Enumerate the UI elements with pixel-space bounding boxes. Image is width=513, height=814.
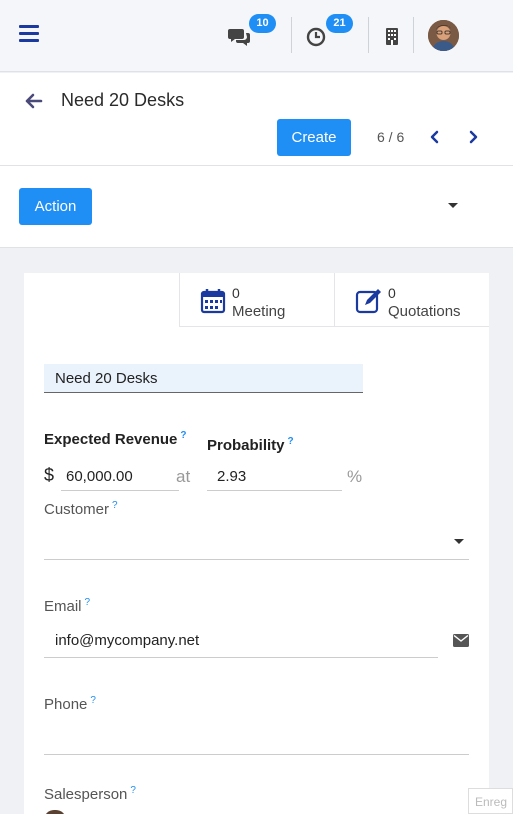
building-icon[interactable]	[381, 24, 405, 48]
action-button[interactable]: Action	[19, 188, 92, 225]
navbar-divider	[413, 17, 414, 53]
salesperson-label: Salesperson?	[44, 785, 136, 803]
pager-value: 6 / 6	[377, 129, 405, 145]
phone-label: Phone?	[44, 695, 96, 713]
percent-symbol: %	[347, 467, 363, 486]
customer-input[interactable]	[44, 529, 469, 560]
at-label: at	[176, 467, 191, 486]
divider	[0, 247, 513, 248]
expected-revenue-label: Expected Revenue?	[44, 430, 187, 448]
salesperson-avatar	[44, 810, 66, 814]
envelope-icon[interactable]	[453, 634, 469, 652]
record-title: Need 20 Desks	[61, 90, 185, 110]
quotations-count: 0	[388, 285, 396, 301]
clock-icon[interactable]	[305, 24, 329, 48]
edit-icon	[355, 287, 383, 320]
form-sheet: 0 Meeting 0 Quotations Need 20 Desks Exp…	[24, 273, 489, 814]
quotations-stat-button[interactable]: 0 Quotations	[334, 273, 489, 327]
opportunity-name-input[interactable]: Need 20 Desks	[44, 364, 363, 393]
quotations-label: Quotations	[388, 303, 461, 320]
probability-input[interactable]: 2.93	[207, 462, 342, 491]
top-navbar: 10 21	[0, 0, 513, 72]
meeting-label: Meeting	[232, 303, 286, 320]
expected-revenue-input[interactable]: 60,000.00	[61, 462, 179, 491]
meeting-stat-button[interactable]: 0 Meeting	[179, 273, 335, 327]
divider	[0, 165, 513, 166]
create-button[interactable]: Create	[277, 119, 351, 156]
control-panel: Need 20 Desks Create 6 / 6 Action	[0, 73, 513, 248]
chevron-right-icon[interactable]	[467, 130, 479, 144]
user-avatar[interactable]	[428, 20, 459, 51]
phone-input[interactable]	[44, 724, 469, 755]
customer-label: Customer?	[44, 500, 118, 518]
email-label: Email?	[44, 597, 91, 615]
navbar-divider	[368, 17, 369, 53]
caret-down-icon[interactable]	[454, 539, 464, 544]
menu-icon[interactable]	[19, 25, 39, 43]
meeting-count: 0	[232, 285, 240, 301]
corner-tab[interactable]: Enreg	[468, 788, 513, 814]
email-input[interactable]: info@mycompany.net	[44, 627, 438, 658]
messages-icon[interactable]	[227, 24, 251, 48]
probability-label: Probability?	[207, 436, 294, 454]
calendar-icon	[200, 287, 226, 320]
back-arrow-icon[interactable]	[25, 93, 43, 109]
caret-down-icon[interactable]	[448, 203, 458, 208]
activities-badge: 21	[326, 14, 353, 33]
navbar-divider	[291, 17, 292, 53]
currency-symbol: $	[44, 465, 55, 485]
messages-badge: 10	[249, 14, 276, 33]
chevron-left-icon[interactable]	[429, 130, 441, 144]
